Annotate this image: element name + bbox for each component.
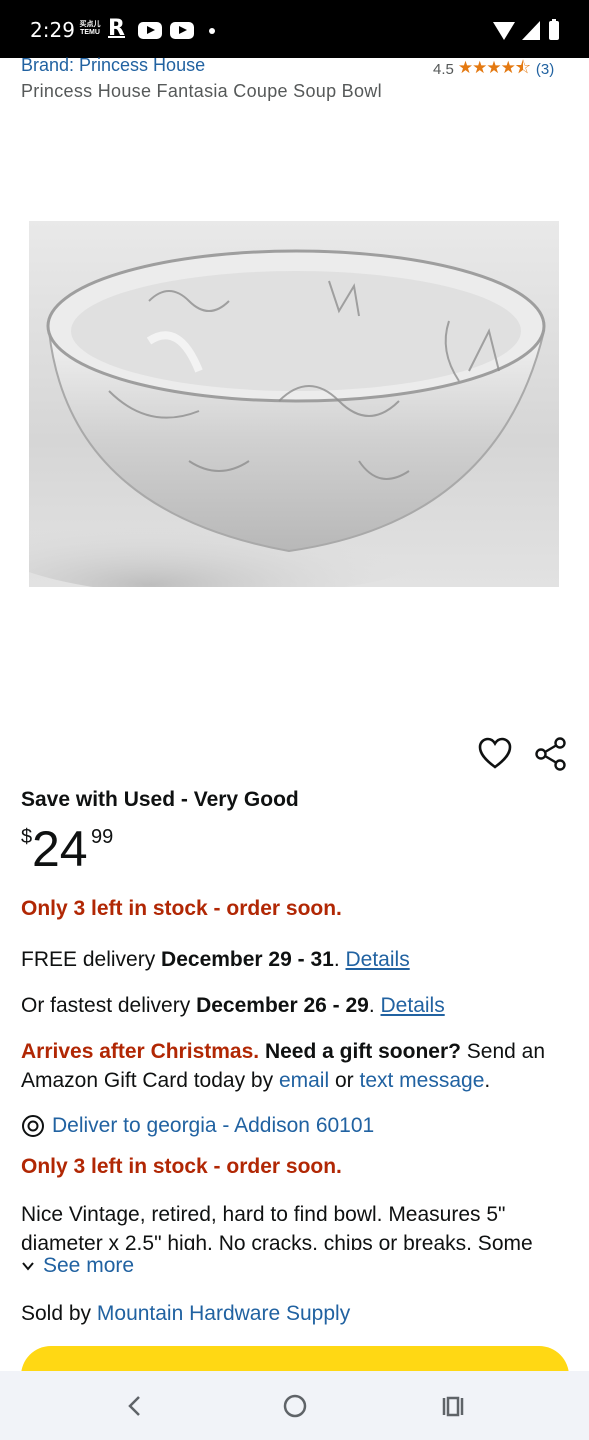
gift-or-text: or xyxy=(329,1069,360,1092)
product-title: Princess House Fantasia Coupe Soup Bowl xyxy=(21,81,382,101)
sold-by-prefix: Sold by xyxy=(21,1302,97,1325)
home-icon[interactable] xyxy=(278,1389,312,1423)
battery-icon xyxy=(549,19,559,40)
seller-link[interactable]: Mountain Hardware Supply xyxy=(97,1302,350,1325)
gift-email-link[interactable]: email xyxy=(279,1069,329,1092)
free-delivery-line: FREE delivery December 29 - 31. Details xyxy=(21,948,410,972)
back-icon[interactable] xyxy=(118,1389,152,1423)
rating-row[interactable]: 4.5 ★★★★⯪ (3) xyxy=(433,55,554,84)
notification-dot-icon xyxy=(209,28,215,34)
stock-warning: Only 3 left in stock - order soon. xyxy=(21,897,342,920)
free-delivery-prefix: FREE delivery xyxy=(21,948,162,971)
fast-delivery-prefix: Or fastest delivery xyxy=(21,994,197,1017)
deliver-to-link[interactable]: Deliver to georgia - Addison 60101 xyxy=(21,1114,374,1138)
recent-apps-icon[interactable] xyxy=(436,1389,470,1423)
gift-text-message-link[interactable]: text message xyxy=(359,1069,484,1092)
fast-delivery-details-link[interactable]: Details xyxy=(381,994,445,1017)
fast-delivery-sep: . xyxy=(368,994,381,1017)
christmas-notice: Arrives after Christmas. Need a gift soo… xyxy=(21,1040,545,1064)
share-icon[interactable] xyxy=(534,737,568,771)
youtube-icon xyxy=(170,22,194,39)
fast-delivery-dates: December 26 - 29 xyxy=(196,994,369,1017)
brand-link[interactable]: Brand: Princess House xyxy=(21,55,205,76)
gift-card-prefix: Amazon Gift Card today by xyxy=(21,1069,279,1092)
sold-by-line: Sold by Mountain Hardware Supply xyxy=(21,1302,350,1326)
temu-icon-bottom: TEMU xyxy=(80,29,100,36)
system-navigation-bar xyxy=(0,1371,589,1440)
temu-icon-top: 买点儿 xyxy=(79,21,101,28)
see-more-button[interactable]: See more xyxy=(21,1254,134,1278)
product-description: Nice Vintage, retired, hard to find bowl… xyxy=(21,1203,533,1250)
star-rating-icon: ★★★★⯪ xyxy=(457,58,531,77)
deliver-to-text: Deliver to georgia - Addison 60101 xyxy=(52,1114,375,1137)
price-fraction: 99 xyxy=(91,826,114,848)
free-delivery-details-link[interactable]: Details xyxy=(346,948,410,971)
see-more-label: See more xyxy=(43,1254,135,1277)
price-whole: 24 xyxy=(32,821,88,877)
status-time: 2:29 xyxy=(30,18,75,42)
gift-card-line: Amazon Gift Card today by email or text … xyxy=(21,1069,490,1093)
temu-app-icon: 买点儿 TEMU xyxy=(79,21,101,39)
free-delivery-dates: December 29 - 31 xyxy=(161,948,334,971)
product-image[interactable] xyxy=(29,221,559,587)
condition-label: Save with Used - Very Good xyxy=(21,788,299,811)
rating-count[interactable]: (3) xyxy=(536,61,554,78)
send-an-text: Send an xyxy=(460,1040,546,1063)
stock-warning-repeat: Only 3 left in stock - order soon. xyxy=(21,1155,342,1178)
rakuten-r-icon: R xyxy=(108,16,125,41)
arrives-after-christmas: Arrives after Christmas. xyxy=(21,1040,260,1063)
location-pin-icon xyxy=(22,1115,44,1137)
free-delivery-sep: . xyxy=(333,948,346,971)
fastest-delivery-line: Or fastest delivery December 26 - 29. De… xyxy=(21,994,445,1018)
youtube-icon xyxy=(138,22,162,39)
rating-value: 4.5 xyxy=(433,61,454,78)
wifi-icon xyxy=(493,22,515,40)
gift-end-period: . xyxy=(484,1069,491,1092)
gift-sooner-question: Need a gift sooner? xyxy=(259,1040,461,1063)
glass-bowl-photo xyxy=(29,249,546,587)
cell-signal-icon xyxy=(522,21,540,40)
wishlist-heart-icon[interactable] xyxy=(478,737,512,771)
price-symbol: $ xyxy=(21,826,33,848)
status-bar: 2:29 买点儿 TEMU R xyxy=(0,0,589,58)
chevron-down-icon xyxy=(22,1262,34,1271)
